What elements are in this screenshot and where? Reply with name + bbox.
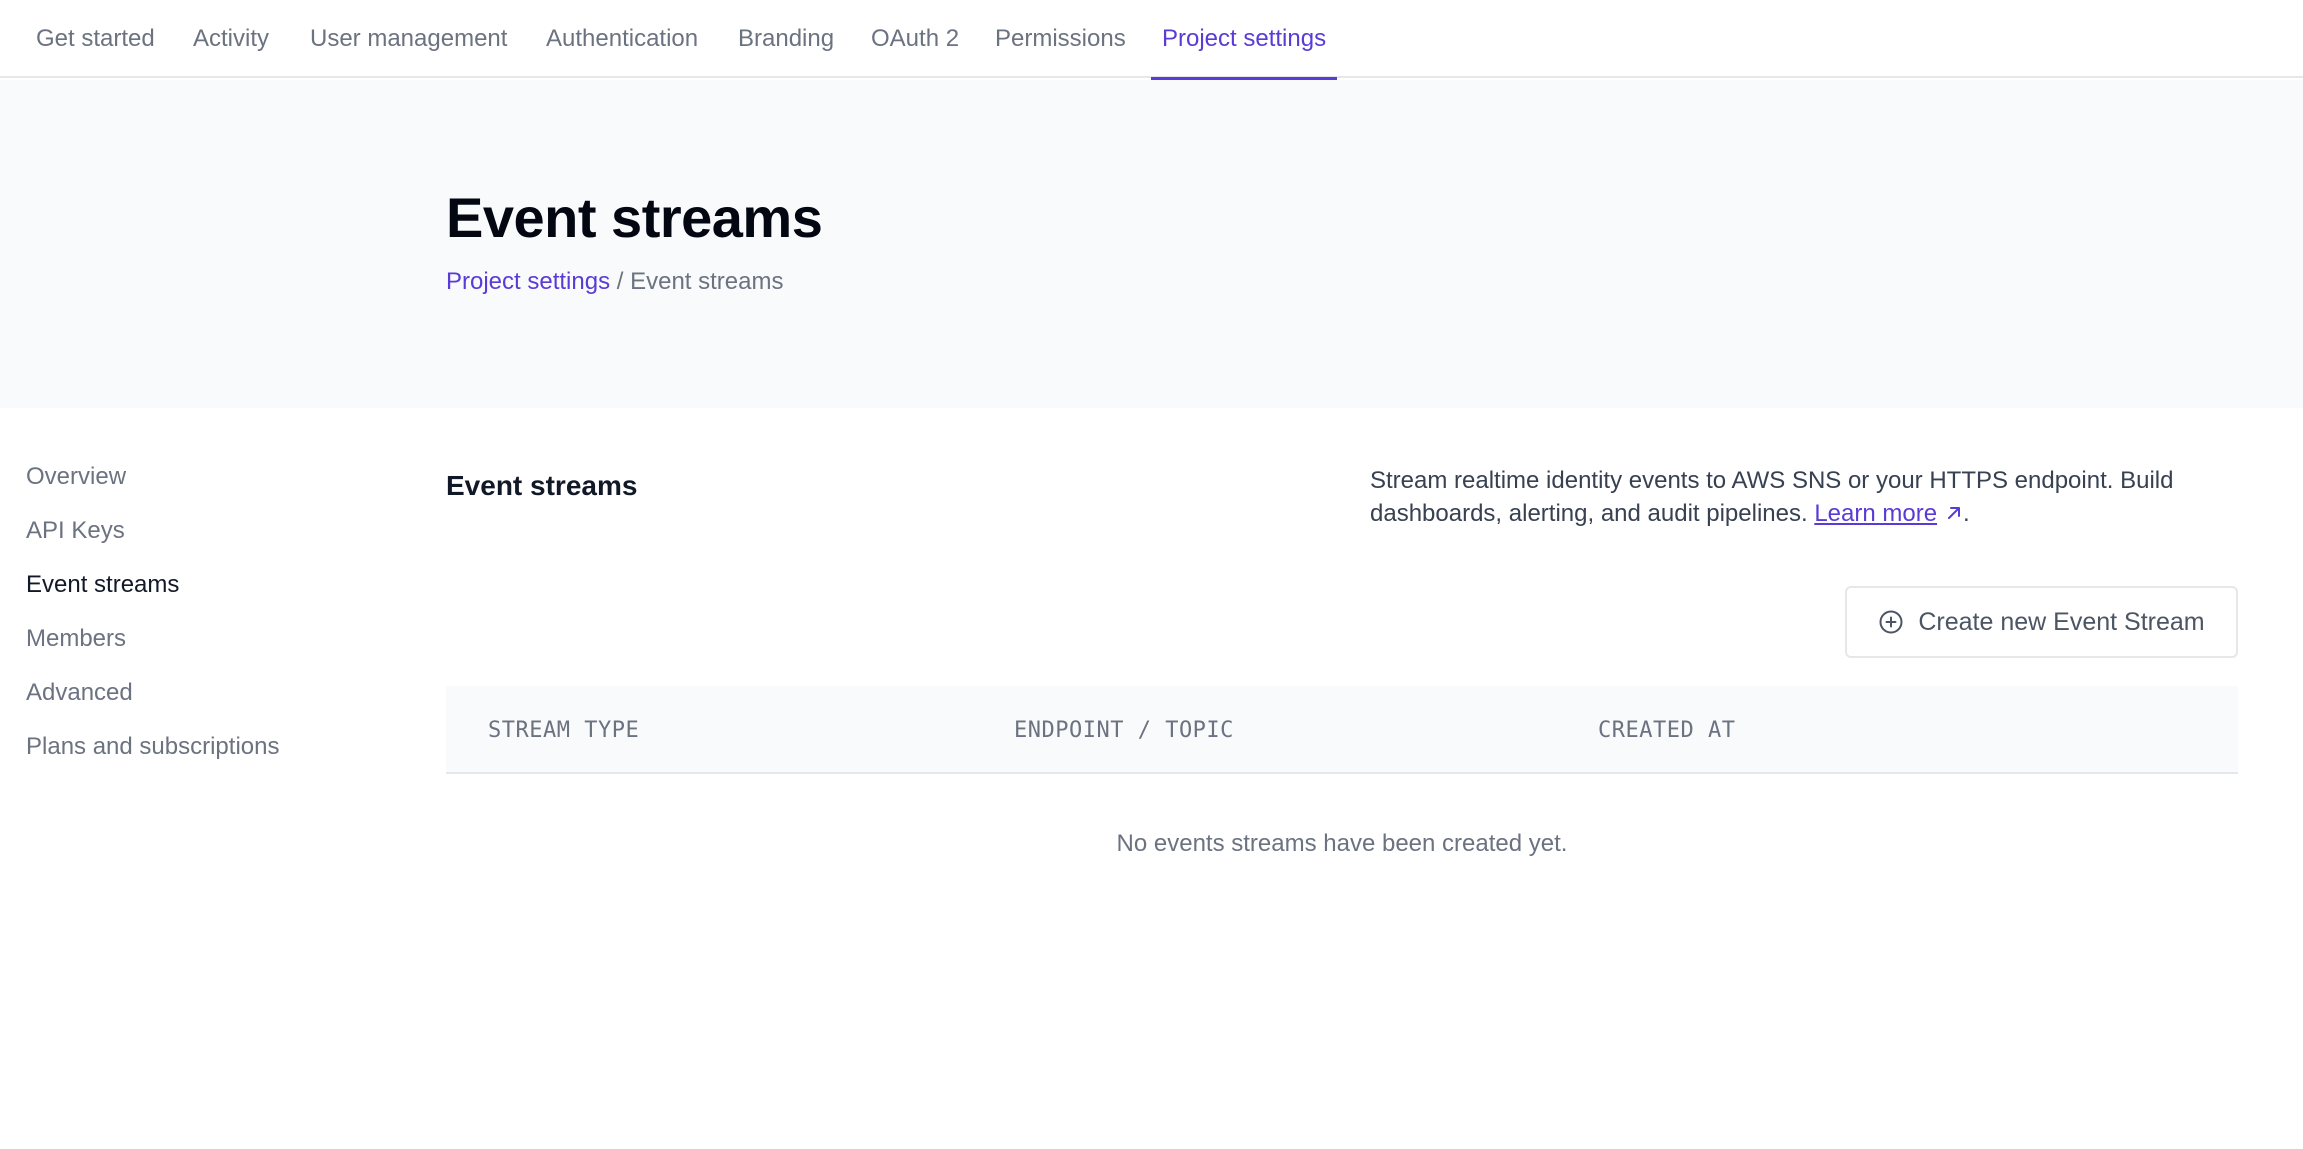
tab-project-settings[interactable]: Project settings (1151, 0, 1338, 80)
tab-label: Permissions (995, 25, 1126, 52)
description-period: . (1963, 500, 1970, 527)
external-link-icon (1948, 507, 1961, 519)
tab-user-management[interactable]: User management (310, 0, 507, 78)
column-header-stream-type: STREAM TYPE (488, 717, 640, 743)
tab-label: Project settings (1162, 25, 1327, 52)
page-title: Event streams (446, 186, 823, 249)
description-text: Stream realtime identity events to AWS S… (1370, 467, 2174, 527)
tab-label: Activity (193, 25, 270, 52)
sidebar-item-members[interactable]: Members (26, 612, 386, 666)
sidebar-item-event-streams[interactable]: Event streams (26, 558, 386, 612)
create-event-stream-button[interactable]: Create new Event Stream (1845, 586, 2238, 658)
plus-circle-icon (1879, 610, 1903, 634)
create-button-label: Create new Event Stream (1918, 607, 2205, 636)
column-header-created-at: CREATED AT (1598, 717, 1736, 743)
tab-label: Branding (738, 25, 835, 52)
settings-sidebar: Overview API Keys Event streams Members … (26, 460, 386, 784)
breadcrumb-parent-link[interactable]: Project settings (446, 268, 610, 295)
learn-more-label: Learn more (1814, 500, 1938, 527)
sidebar-item-overview[interactable]: Overview (26, 450, 386, 504)
sidebar-item-api-keys[interactable]: API Keys (26, 504, 386, 558)
tab-permissions[interactable]: Permissions (995, 0, 1126, 78)
breadcrumb-separator: / (616, 268, 624, 295)
tab-label: User management (310, 25, 508, 52)
section-description: Stream realtime identity events to AWS S… (1370, 464, 2250, 530)
sidebar-item-advanced[interactable]: Advanced (26, 666, 386, 720)
tab-branding[interactable]: Branding (738, 0, 834, 78)
tab-oauth2[interactable]: OAuth 2 (871, 0, 959, 78)
top-nav: Get started Activity User management Aut… (0, 0, 2303, 80)
tab-authentication[interactable]: Authentication (546, 0, 698, 78)
page-header: Event streams Project settings / Event s… (0, 80, 2303, 408)
breadcrumb-current: Event streams (630, 268, 784, 295)
section-title: Event streams (446, 470, 638, 501)
tab-activity[interactable]: Activity (193, 0, 269, 78)
sidebar-item-plans[interactable]: Plans and subscriptions (26, 720, 386, 774)
tab-get-started[interactable]: Get started (36, 0, 155, 78)
event-streams-table-header: STREAM TYPE ENDPOINT / TOPIC CREATED AT (446, 686, 2238, 774)
tab-label: Authentication (546, 25, 699, 52)
empty-state-message: No events streams have been created yet. (1116, 830, 1568, 857)
breadcrumb: Project settings / Event streams (446, 268, 783, 296)
learn-more-link[interactable]: Learn more (1814, 500, 1963, 527)
column-header-endpoint-topic: ENDPOINT / TOPIC (1014, 717, 1234, 743)
tab-label: Get started (36, 25, 155, 52)
tab-label: OAuth 2 (871, 25, 960, 52)
